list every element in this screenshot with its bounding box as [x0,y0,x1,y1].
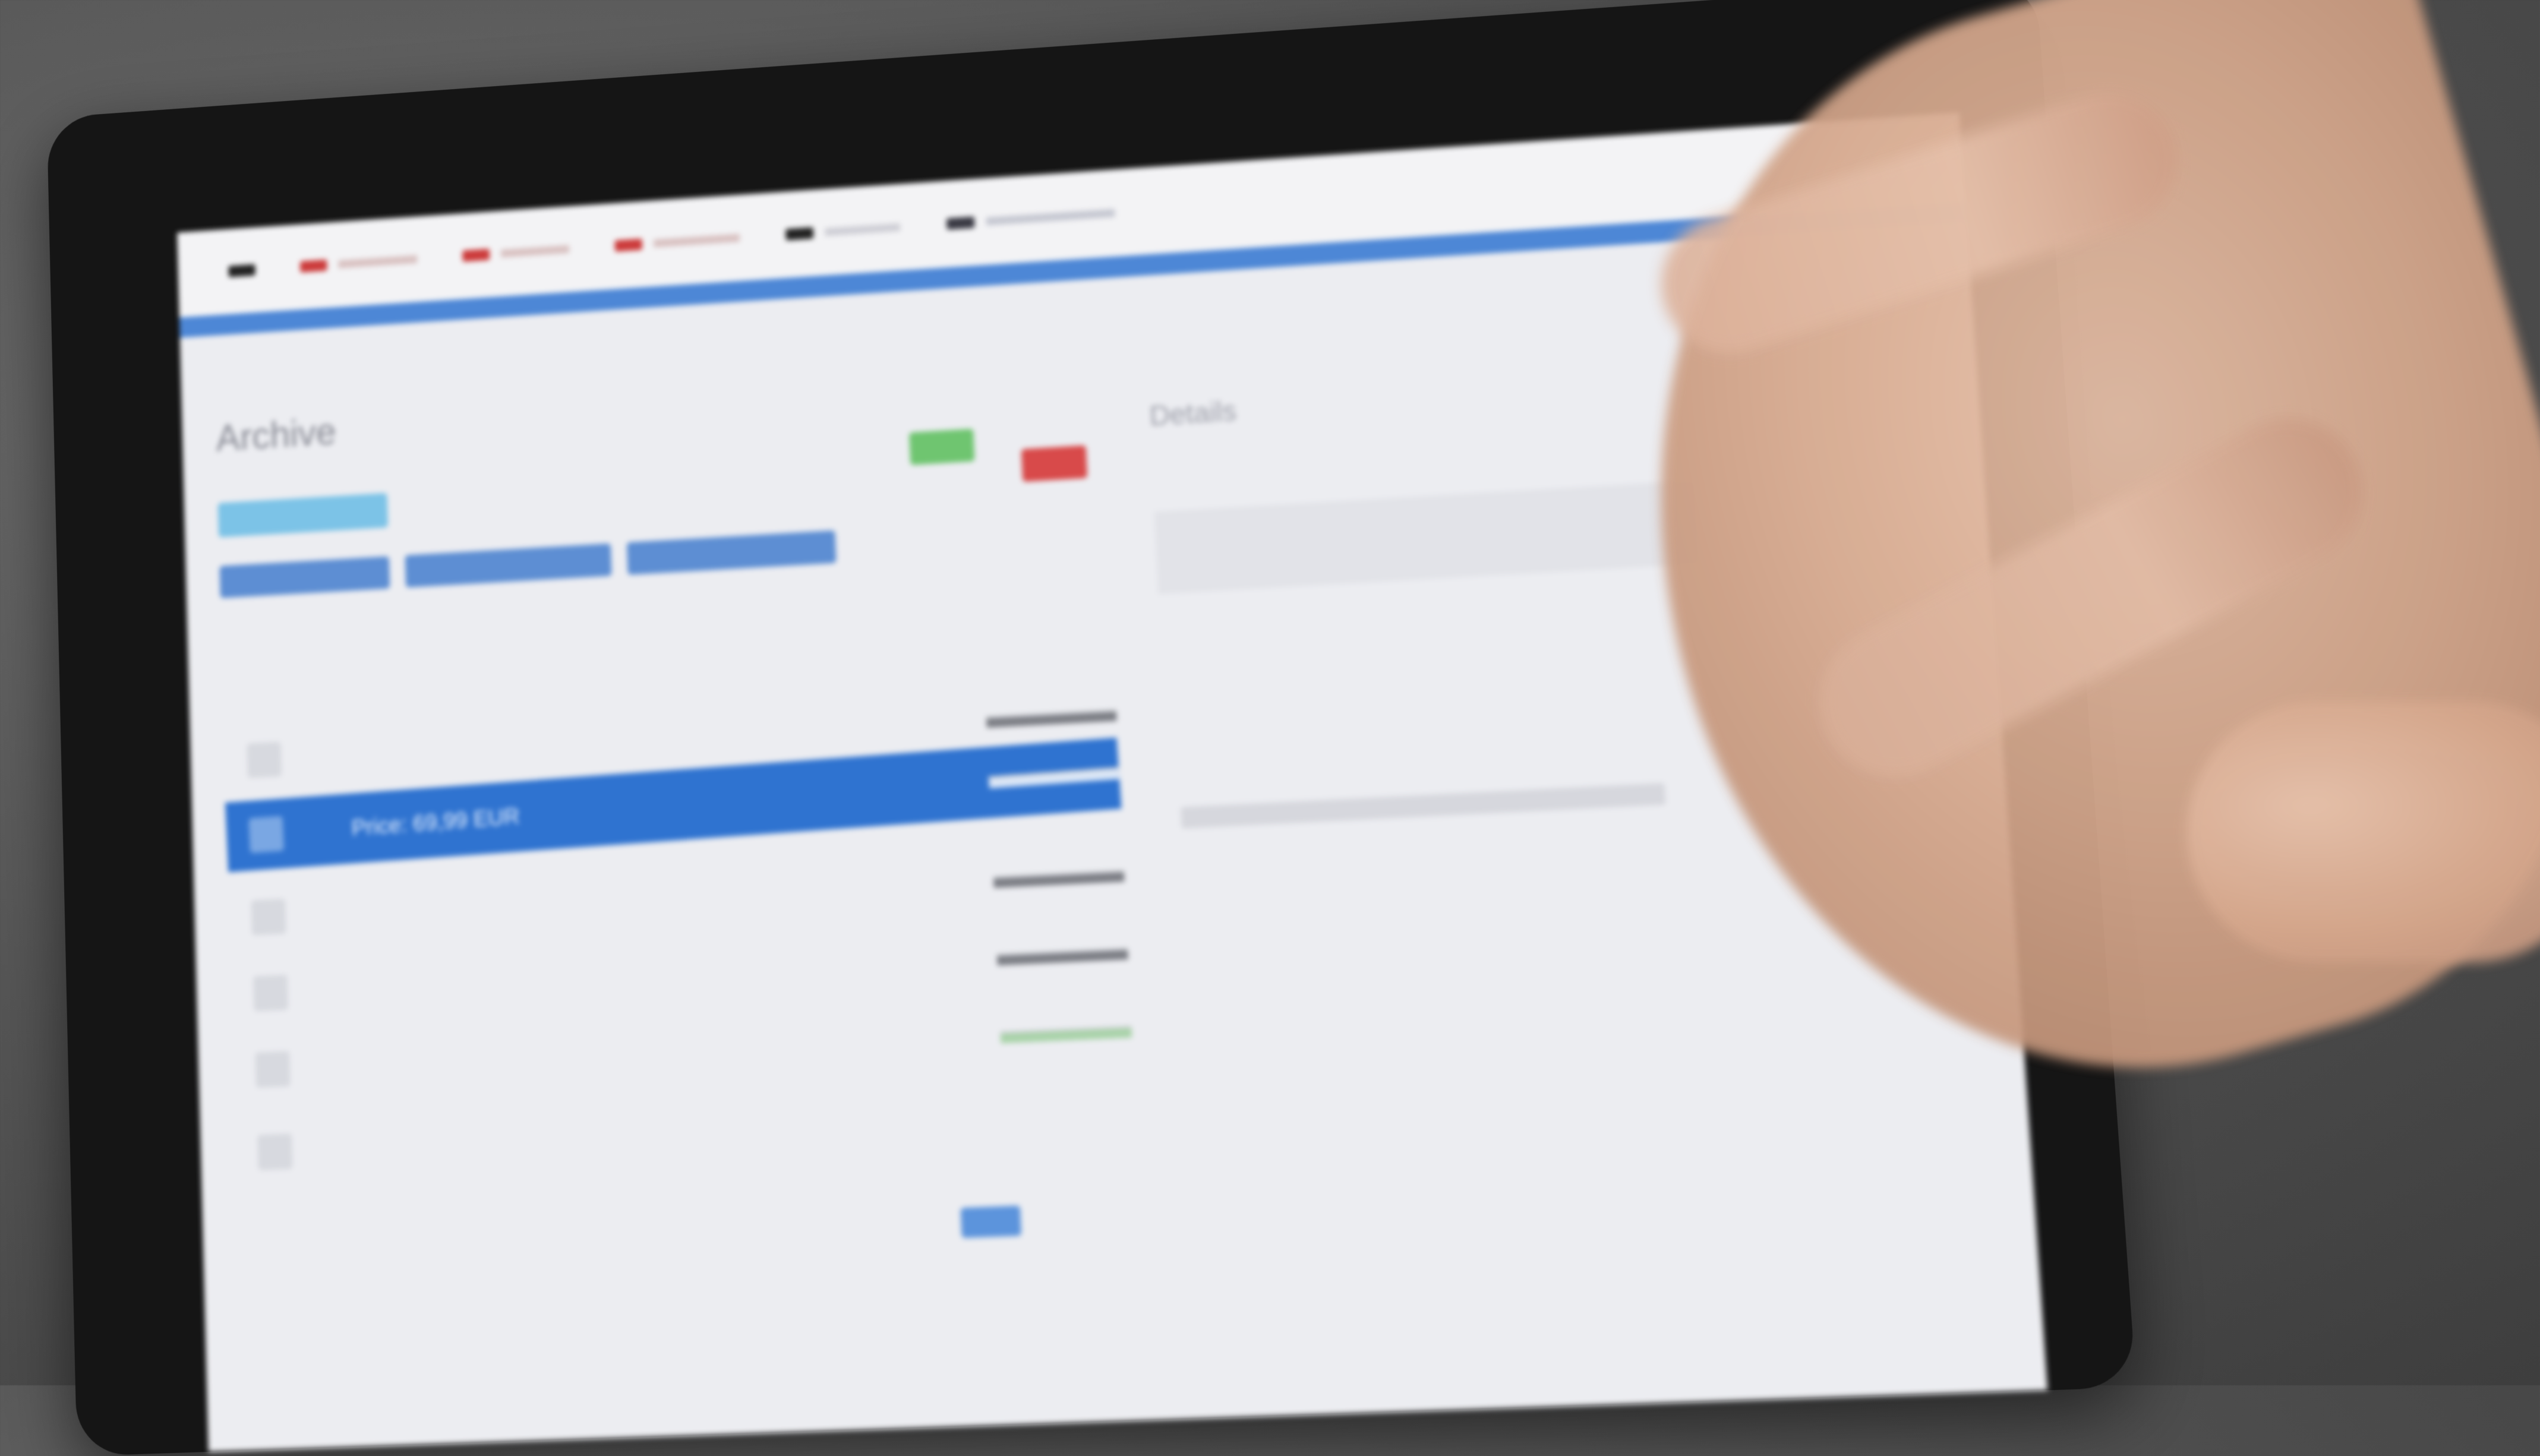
row-progress-bar [996,947,1128,966]
primary-action-button[interactable] [217,492,389,538]
row-progress-bar [988,767,1120,789]
user-thumb [2186,701,2540,962]
dark-square-icon [946,216,975,230]
action-button-2[interactable] [405,543,612,588]
nav-label-placeholder [825,223,901,236]
row-text: Price: 69,99 EUR [351,803,520,841]
row-text [354,888,876,912]
nav-item-1[interactable] [228,264,255,277]
row-col2 [876,882,994,888]
row-col2 [872,782,989,791]
nav-item-6[interactable] [946,207,1115,230]
action-button-row [219,530,837,598]
page-title: Archive [215,410,337,459]
red-square-icon [299,259,327,273]
row-text [356,965,879,989]
nav-label-placeholder [986,209,1115,226]
side-panel-field[interactable] [1154,480,1700,595]
nav-item-3[interactable] [462,244,570,262]
row-col2 [869,722,986,728]
row-text [361,1126,886,1148]
row-checkbox[interactable] [253,974,289,1012]
pagination-button[interactable] [960,1205,1022,1239]
action-button-3[interactable] [626,530,837,575]
row-col2 [879,959,997,965]
row-col2 [886,1122,1005,1126]
nav-item-2[interactable] [299,254,418,273]
row-progress-bar [986,709,1117,728]
row-checkbox[interactable] [255,1051,291,1088]
accept-button[interactable] [908,428,975,465]
nav-label-placeholder [653,233,740,248]
red-square-icon [614,238,643,252]
side-panel-input[interactable] [1181,782,1666,829]
row-text [358,1043,882,1066]
dark-square-icon [228,264,255,277]
nav-label-placeholder [500,245,570,258]
reject-button[interactable] [1021,445,1088,482]
row-checkbox[interactable] [247,741,282,779]
dark-square-icon [785,227,814,241]
red-square-icon [462,248,490,262]
nav-item-5[interactable] [785,222,901,241]
side-panel-title: Details [1148,396,1238,432]
row-progress-bar [993,870,1125,888]
nav-item-4[interactable] [614,232,740,252]
row-checkbox[interactable] [257,1133,293,1171]
row-text [349,728,869,756]
row-progress-bar [1000,1025,1132,1044]
nav-label-placeholder [338,255,418,269]
row-checkbox[interactable] [248,816,285,854]
action-button-1[interactable] [219,556,390,598]
row-checkbox[interactable] [251,898,286,936]
row-col2 [882,1037,1001,1043]
